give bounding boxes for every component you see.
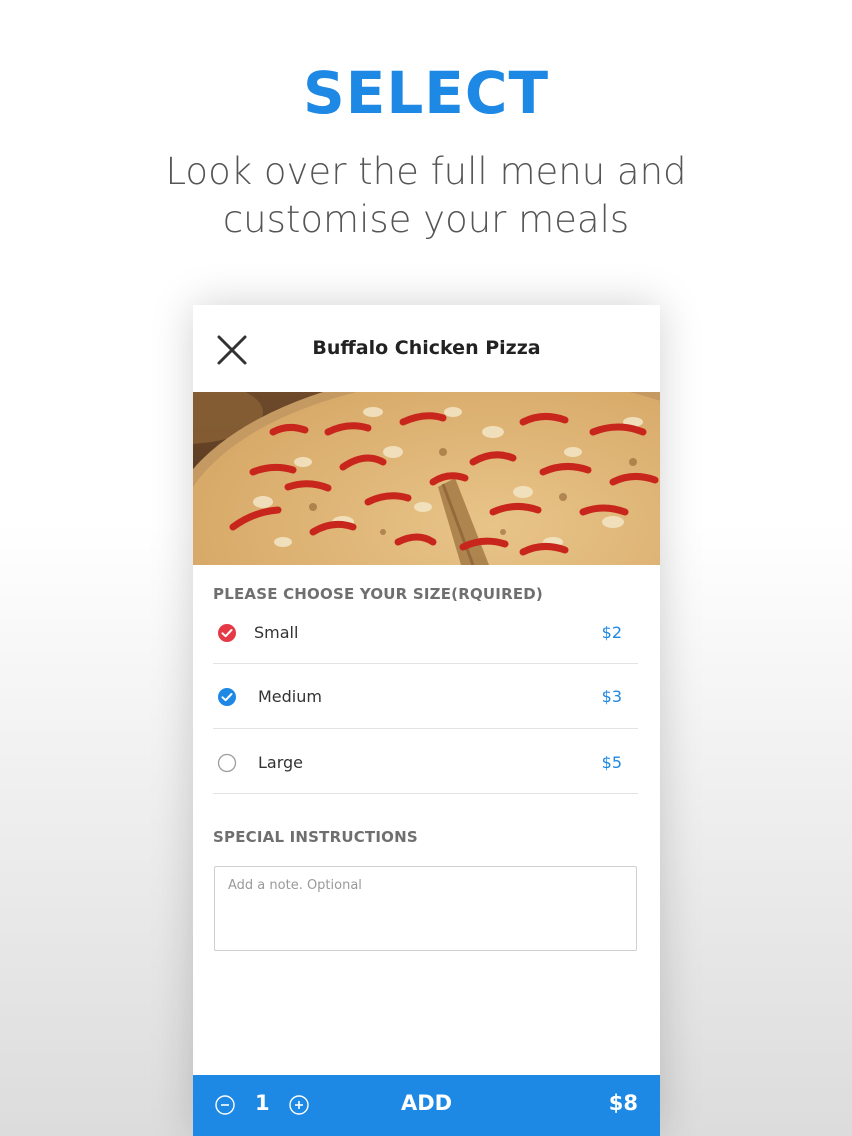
pizza-photo	[193, 392, 660, 565]
item-title: Buffalo Chicken Pizza	[312, 337, 541, 359]
size-name: Small	[254, 623, 299, 642]
size-price: $3	[601, 687, 622, 706]
size-price: $5	[601, 753, 622, 772]
size-option-large[interactable]: Large $5	[213, 730, 638, 794]
close-icon	[217, 335, 247, 365]
divider	[213, 793, 638, 794]
size-option-small[interactable]: Small $2	[213, 600, 638, 664]
size-name: Medium	[258, 687, 322, 706]
plus-circle-icon	[289, 1095, 309, 1115]
special-instructions-label: SPECIAL INSTRUCTIONS	[213, 828, 418, 846]
order-bar: 1 ADD $8	[193, 1075, 660, 1136]
promo-headline: SELECT	[302, 59, 550, 127]
quantity-value: 1	[255, 1091, 270, 1115]
radio-unchecked-icon[interactable]	[217, 753, 237, 773]
phone-screen: Buffalo Chicken Pizza PLEASE CHOOSE YOUR…	[193, 305, 660, 1136]
decrease-quantity-button[interactable]	[215, 1095, 235, 1115]
size-price: $2	[601, 623, 622, 642]
size-name: Large	[258, 753, 304, 772]
top-bar: Buffalo Chicken Pizza	[193, 305, 660, 392]
order-total: $8	[608, 1091, 638, 1115]
divider	[213, 728, 638, 729]
add-to-order-button[interactable]: ADD	[373, 1091, 480, 1115]
close-button[interactable]	[215, 333, 249, 367]
radio-checked-icon[interactable]	[217, 687, 237, 707]
size-option-medium[interactable]: Medium $3	[213, 665, 638, 729]
divider	[213, 663, 638, 664]
promo-subtitle: Look over the full menu and customise yo…	[0, 148, 852, 244]
minus-circle-icon	[215, 1095, 235, 1115]
increase-quantity-button[interactable]	[289, 1095, 309, 1115]
promo-subtitle-line-2: customise your meals	[222, 198, 630, 241]
radio-checked-icon[interactable]	[217, 623, 237, 643]
promo-subtitle-line-1: Look over the full menu and	[165, 150, 687, 193]
special-instructions-input[interactable]	[214, 866, 637, 951]
